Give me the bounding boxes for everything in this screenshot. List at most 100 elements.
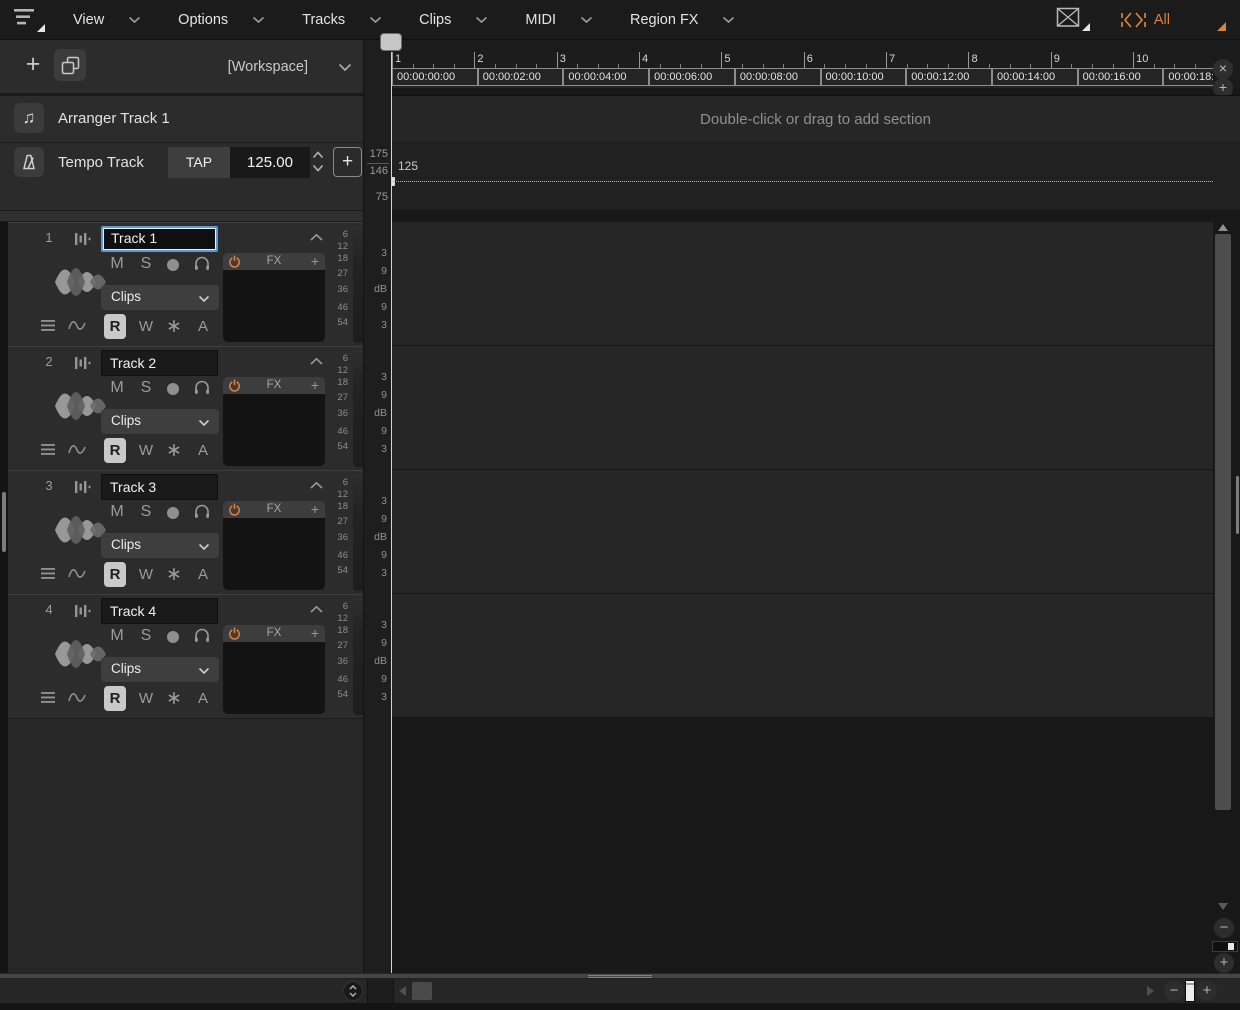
arranger-track-lane[interactable] xyxy=(391,594,1213,718)
automation-trim-button[interactable]: ∗ xyxy=(163,438,185,463)
fit-vertical-button[interactable] xyxy=(343,981,363,1001)
automation-write-button[interactable]: W xyxy=(135,438,157,463)
workspace-selector[interactable]: [Workspace] xyxy=(150,59,308,75)
scroll-up-arrow[interactable] xyxy=(1218,224,1228,231)
automation-write-button[interactable]: W xyxy=(135,314,157,339)
track-name-field[interactable]: Track 3 xyxy=(101,474,218,500)
fx-chain-area[interactable] xyxy=(223,518,325,590)
tap-tempo-button[interactable]: TAP xyxy=(168,147,230,178)
track-row[interactable]: 2 Track 2 M S xyxy=(8,346,363,470)
arranger-track-lane[interactable] xyxy=(391,222,1213,346)
mute-button[interactable]: M xyxy=(107,625,127,647)
solo-button[interactable]: S xyxy=(136,625,156,647)
punch-button[interactable] xyxy=(1056,7,1090,33)
add-track-button[interactable]: + xyxy=(21,51,45,79)
automation-wave-icon[interactable] xyxy=(67,689,87,705)
menu-item[interactable]: View xyxy=(73,12,141,28)
vertical-zoom-slider-thumb[interactable] xyxy=(1228,943,1234,950)
clips-dropdown[interactable]: Clips xyxy=(101,285,219,310)
scroll-right-arrow[interactable] xyxy=(1147,986,1154,996)
add-fx-button[interactable]: + xyxy=(311,377,319,393)
solo-button[interactable]: S xyxy=(136,501,156,523)
track-name-field[interactable]: Track 4 xyxy=(101,598,218,624)
scroll-left-arrow[interactable] xyxy=(399,986,406,996)
horizontal-scrollbar-thumb[interactable] xyxy=(412,982,432,1000)
automation-read-button[interactable]: R xyxy=(104,314,126,339)
horizontal-zoom-in-button[interactable]: + xyxy=(1197,981,1217,1001)
track-options-icon[interactable] xyxy=(40,691,56,704)
vertical-zoom-out-button[interactable]: − xyxy=(1214,918,1234,938)
menu-item[interactable]: Options xyxy=(178,12,265,28)
mute-button[interactable]: M xyxy=(107,501,127,523)
automation-wave-icon[interactable] xyxy=(67,441,87,457)
add-fx-button[interactable]: + xyxy=(311,501,319,517)
horizontal-zoom-slider-thumb[interactable] xyxy=(1185,980,1195,1002)
vertical-zoom-in-button[interactable]: + xyxy=(1214,953,1234,973)
horizontal-zoom-out-button[interactable]: − xyxy=(1164,981,1184,1001)
scroll-down-arrow[interactable] xyxy=(1218,903,1228,910)
vertical-scrollbar-thumb[interactable] xyxy=(1215,234,1231,810)
menu-item[interactable]: Tracks xyxy=(302,12,382,28)
close-ruler-button[interactable]: × xyxy=(1213,59,1233,79)
tracks-panel-empty-area[interactable] xyxy=(8,718,363,973)
timecode-ruler[interactable]: 00:00:00:0000:00:02:0000:00:04:0000:00:0… xyxy=(391,68,1240,88)
mute-button[interactable]: M xyxy=(107,253,127,275)
automation-read-button[interactable]: R xyxy=(104,562,126,587)
record-arm-button[interactable] xyxy=(167,631,179,643)
automation-a-button[interactable]: A xyxy=(192,686,214,711)
timeline-ruler[interactable]: 12345678910 00:00:00:0000:00:02:0000:00:… xyxy=(391,40,1240,88)
solo-button[interactable]: S xyxy=(136,377,156,399)
collapse-chevron-icon[interactable] xyxy=(309,233,324,242)
monitor-headphones-button[interactable] xyxy=(193,502,211,520)
automation-trim-button[interactable]: ∗ xyxy=(163,686,185,711)
automation-write-button[interactable]: W xyxy=(135,686,157,711)
fx-chain-area[interactable] xyxy=(223,642,325,714)
fx-chain-area[interactable] xyxy=(223,270,325,342)
left-scroll-handle[interactable] xyxy=(2,492,6,552)
clips-dropdown[interactable]: Clips xyxy=(101,409,219,434)
collapse-chevron-icon[interactable] xyxy=(309,605,324,614)
automation-trim-button[interactable]: ∗ xyxy=(163,562,185,587)
main-menu-button[interactable] xyxy=(13,7,47,33)
add-fx-button[interactable]: + xyxy=(311,253,319,269)
automation-a-button[interactable]: A xyxy=(192,438,214,463)
arranger-section-lane[interactable]: Double-click or drag to add section xyxy=(391,95,1240,142)
tempo-track-header[interactable]: Tempo Track TAP 125.00 + xyxy=(0,142,363,210)
monitor-headphones-button[interactable] xyxy=(193,254,211,272)
vertical-zoom-slider[interactable] xyxy=(1212,941,1238,952)
menu-item[interactable]: Clips xyxy=(419,12,488,28)
record-arm-button[interactable] xyxy=(167,507,179,519)
automation-wave-icon[interactable] xyxy=(67,317,87,333)
automation-read-button[interactable]: R xyxy=(104,686,126,711)
bpm-value-field[interactable]: 125.00 xyxy=(230,147,310,178)
tempo-curve-line[interactable] xyxy=(393,181,1213,182)
automation-trim-button[interactable]: ∗ xyxy=(163,314,185,339)
record-arm-button[interactable] xyxy=(167,259,179,271)
track-options-icon[interactable] xyxy=(40,567,56,580)
menu-item[interactable]: MIDI xyxy=(525,12,593,28)
track-options-icon[interactable] xyxy=(40,319,56,332)
collapse-chevron-icon[interactable] xyxy=(309,481,324,490)
clips-dropdown[interactable]: Clips xyxy=(101,533,219,558)
automation-wave-icon[interactable] xyxy=(67,565,87,581)
snap-control[interactable]: All xyxy=(1120,7,1230,33)
arranger-track-header[interactable]: ♫ Arranger Track 1 xyxy=(0,95,363,142)
automation-a-button[interactable]: A xyxy=(192,562,214,587)
duplicate-button[interactable] xyxy=(54,49,86,81)
automation-write-button[interactable]: W xyxy=(135,562,157,587)
track-name-field[interactable]: Track 2 xyxy=(101,350,218,376)
right-edge-handle[interactable] xyxy=(1236,476,1239,534)
track-row[interactable]: 4 Track 4 M S xyxy=(8,594,363,718)
clips-dropdown[interactable]: Clips xyxy=(101,657,219,682)
record-arm-button[interactable] xyxy=(167,383,179,395)
automation-a-button[interactable]: A xyxy=(192,314,214,339)
track-row[interactable]: 1 Track 1 M S xyxy=(8,222,363,346)
monitor-headphones-button[interactable] xyxy=(193,626,211,644)
add-fx-button[interactable]: + xyxy=(311,625,319,641)
track-row[interactable]: 3 Track 3 M S xyxy=(8,470,363,594)
chevron-down-icon[interactable] xyxy=(338,63,352,72)
bpm-stepper[interactable] xyxy=(311,149,325,177)
automation-read-button[interactable]: R xyxy=(104,438,126,463)
solo-button[interactable]: S xyxy=(136,253,156,275)
arranger-track-lane[interactable] xyxy=(391,470,1213,594)
